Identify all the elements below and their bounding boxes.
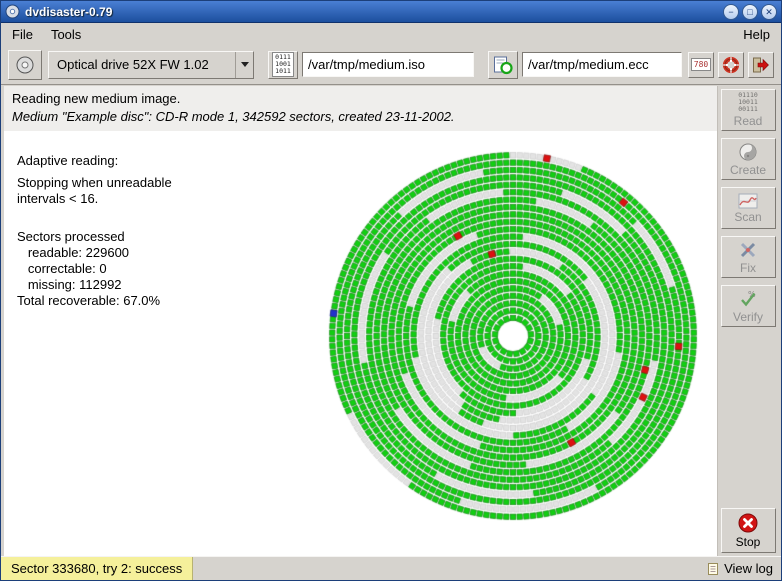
main-area: Adaptive reading: Stopping when unreadab… [4,131,719,558]
status-medium-text: Medium "Example disc": CD-R mode 1, 3425… [12,109,711,124]
ecc-path-input[interactable] [522,52,682,77]
window-title: dvdisaster-0.79 [25,5,112,19]
scan-chart-icon [738,193,758,209]
ecc-file-button[interactable] [488,51,518,79]
action-sidebar: 01110 10011 00111 Read Create Scan [717,86,778,556]
log-page-icon [707,562,720,576]
stopping-condition-line2: intervals < 16. [17,191,172,207]
iso-path-input[interactable] [302,52,474,77]
sectors-processed-header: Sectors processed [17,229,172,245]
verify-button-label: Verify [733,310,763,324]
status-action-text: Reading new medium image. [12,91,711,106]
drive-select-value: Optical drive 52X FW 1.02 [49,57,235,72]
drive-select-arrow[interactable] [235,52,253,78]
create-button-label: Create [730,163,766,177]
preferences-icon: 780 [691,58,711,71]
read-button-label: Read [734,114,763,128]
toolbar: Optical drive 52X FW 1.02 0111 1001 1011… [1,45,781,85]
view-log-button[interactable]: View log [699,557,781,580]
stop-button[interactable]: Stop [721,508,776,553]
minimize-icon[interactable]: − [723,4,739,20]
stopping-condition-line1: Stopping when unreadable [17,175,172,191]
fix-button-label: Fix [740,261,756,275]
menu-help[interactable]: Help [734,25,779,44]
read-button[interactable]: 01110 10011 00111 Read [721,89,776,131]
scan-button-label: Scan [734,210,761,224]
read-icon: 01110 10011 00111 [738,92,758,113]
chevron-down-icon [241,62,249,67]
lifebuoy-icon [722,56,740,74]
sectors-readable: readable: 229600 [17,245,172,261]
close-icon[interactable]: ✕ [761,4,777,20]
scan-button[interactable]: Scan [721,187,776,229]
drive-icon [15,55,35,75]
drive-select[interactable]: Optical drive 52X FW 1.02 [48,51,254,79]
menu-file[interactable]: File [3,25,42,44]
ecc-file-icon [493,55,513,75]
total-recoverable: Total recoverable: 67.0% [17,293,172,309]
sectors-correctable: correctable: 0 [17,261,172,277]
tools-icon [738,240,758,260]
verify-button[interactable]: % Verify [721,285,776,327]
quit-button[interactable] [748,52,774,78]
create-button[interactable]: Create [721,138,776,180]
menu-tools[interactable]: Tools [42,25,90,44]
reading-stats-panel: Adaptive reading: Stopping when unreadab… [17,153,172,309]
sector-status-message: Sector 333680, try 2: success [1,557,193,580]
app-window: dvdisaster-0.79 − □ ✕ File Tools Help Op… [0,0,782,581]
titlebar[interactable]: dvdisaster-0.79 − □ ✕ [1,1,781,23]
app-icon [5,4,20,19]
stop-button-label: Stop [736,535,761,549]
stop-icon [737,512,759,534]
fix-button[interactable]: Fix [721,236,776,278]
iso-file-button[interactable]: 0111 1001 1011 [268,51,298,79]
view-log-label: View log [724,561,773,576]
status-area: Reading new medium image. Medium "Exampl… [4,86,719,131]
adaptive-reading-title: Adaptive reading: [17,153,172,169]
sectors-missing: missing: 112992 [17,277,172,293]
yin-yang-icon [738,142,758,162]
verify-check-icon: % [738,289,758,309]
statusbar: Sector 333680, try 2: success View log [1,556,781,580]
preferences-button[interactable]: 780 [688,52,714,78]
help-button[interactable] [718,52,744,78]
menubar: File Tools Help [1,23,781,45]
drive-button[interactable] [8,50,42,80]
iso-file-icon: 0111 1001 1011 [272,52,294,77]
maximize-icon[interactable]: □ [742,4,758,20]
quit-arrow-icon [752,56,770,74]
